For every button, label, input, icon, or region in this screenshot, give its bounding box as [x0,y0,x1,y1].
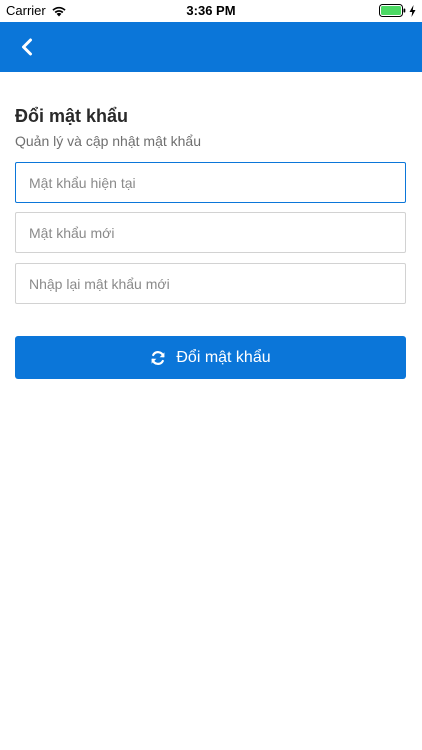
content: Đổi mật khẩu Quản lý và cập nhật mật khẩ… [15,72,407,379]
chevron-left-icon [22,38,32,56]
page-subtitle: Quản lý và cập nhật mật khẩu [15,133,201,149]
change-password-button-label: Đổi mật khẩu [176,348,271,366]
new-password-field[interactable] [15,212,406,253]
refresh-icon [150,350,166,366]
change-password-button[interactable]: Đổi mật khẩu [15,336,406,379]
current-password-field[interactable] [15,162,406,203]
status-bar: Carrier 3:36 PM [0,0,422,22]
battery-icon [379,4,406,17]
change-password-screen: Carrier 3:36 PM Đổi mật khẩu Quản lý và … [0,0,422,750]
nav-bar [0,22,422,72]
status-right [379,4,416,17]
page-title: Đổi mật khẩu [15,106,129,126]
status-time: 3:36 PM [186,3,236,18]
charging-bolt-icon [409,4,416,17]
back-button[interactable] [12,32,42,62]
confirm-password-field[interactable] [15,263,406,304]
